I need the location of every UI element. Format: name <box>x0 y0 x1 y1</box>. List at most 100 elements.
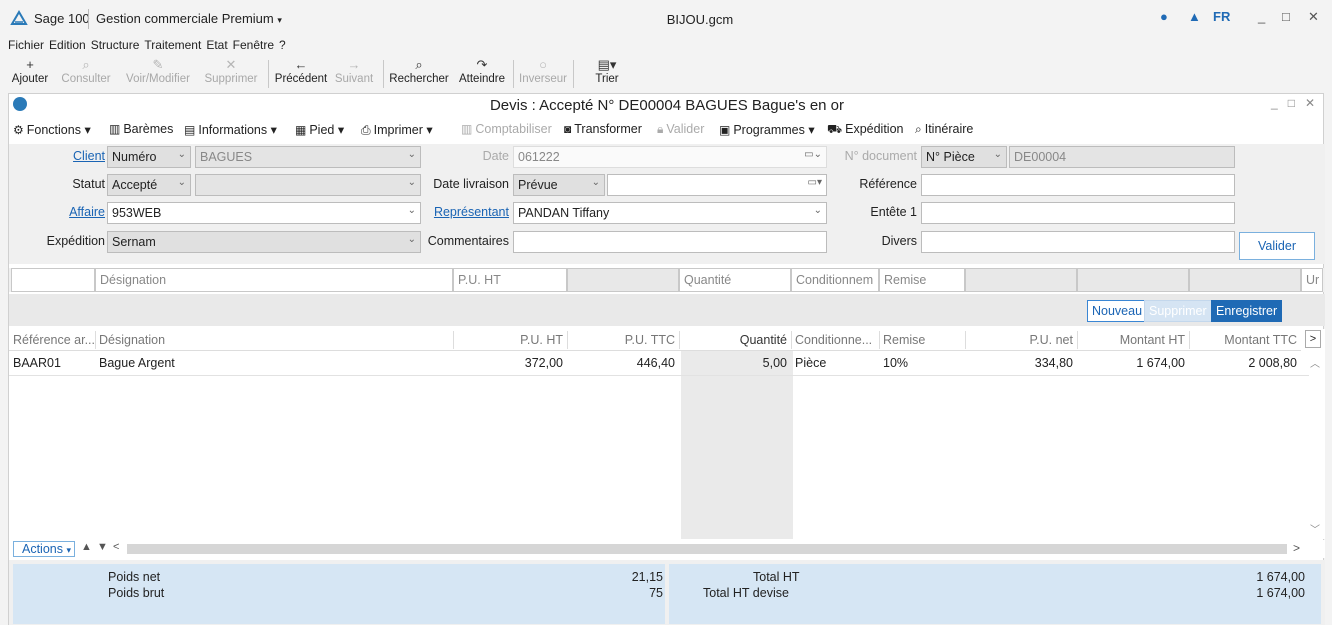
divers-field[interactable] <box>921 231 1235 253</box>
grid-header-pu-net[interactable]: P.U. net <box>965 329 1077 351</box>
entry-pu-ttc-field[interactable] <box>567 268 679 292</box>
precedent-button[interactable]: ← Précédent <box>272 56 330 85</box>
grid-header-quantite[interactable]: Quantité <box>679 329 791 351</box>
grid-header-reference[interactable]: Référence ar... <box>9 329 95 351</box>
statut-select[interactable]: Accepté ⌄ <box>107 174 191 196</box>
imprimer-menu[interactable]: ⎙ Imprimer ▾ <box>361 122 433 138</box>
fonctions-menu[interactable]: ⚙ Fonctions ▾ <box>13 122 91 137</box>
grid-header-pu-ht[interactable]: P.U. HT <box>453 329 567 351</box>
representant-label[interactable]: Représentant <box>425 205 509 219</box>
total-ht-devise-value: 1 674,00 <box>1256 586 1305 600</box>
entry-quantite-field[interactable]: Quantité <box>679 268 791 292</box>
calendar-icon[interactable]: ▭▾ <box>808 177 822 188</box>
entry-remise-field[interactable]: Remise <box>879 268 965 292</box>
statut-sub-select[interactable]: ⌄ <box>195 174 421 196</box>
itineraire-button[interactable]: ⌕ Itinéraire <box>915 122 973 137</box>
ndoc-type-select[interactable]: N° Pièce ⌄ <box>921 146 1007 168</box>
baremes-button[interactable]: ▥ Barèmes <box>109 122 173 136</box>
cell-montant-ht: 1 674,00 <box>1136 356 1185 370</box>
affaire-select[interactable]: 953WEB ⌄ <box>107 202 421 224</box>
chevron-up-icon[interactable]: ︿ <box>1310 355 1320 370</box>
chevron-down-icon: ⌄ <box>591 177 600 188</box>
entry-pu-net-field[interactable] <box>965 268 1077 292</box>
rechercher-button[interactable]: ⌕ Rechercher <box>386 56 452 85</box>
move-down-icon[interactable]: ▼ <box>97 541 108 553</box>
menu-structure[interactable]: Structure <box>91 38 140 52</box>
transformer-button[interactable]: ◙ Transformer <box>564 122 642 136</box>
supprimer-line-button[interactable]: Supprimer <box>1144 300 1212 322</box>
total-ht-devise-label: Total HT devise <box>703 586 789 600</box>
move-up-icon[interactable]: ▲ <box>81 541 92 553</box>
window-controls[interactable]: _ □ ✕ <box>1271 96 1315 110</box>
menu-edition[interactable]: Edition <box>49 38 86 52</box>
client-field[interactable]: BAGUES ⌄ <box>195 146 421 168</box>
valider-button[interactable]: Valider <box>1239 232 1315 260</box>
totals-panel: Poids net 21,15 Poids brut 75 Total HT 1… <box>9 560 1325 625</box>
entry-pu-ht-field[interactable]: P.U. HT <box>453 268 567 292</box>
inverseur-button[interactable]: ○ Inverseur <box>516 56 570 85</box>
actions-menu-button[interactable]: Actions ▾ <box>13 541 75 557</box>
programmes-menu[interactable]: ▣ Programmes ▾ <box>719 122 815 137</box>
menu-etat[interactable]: Etat <box>206 38 227 52</box>
user-icon[interactable]: ▲ <box>1188 9 1201 24</box>
date-field[interactable]: 061222 ▭⌄ <box>513 146 827 168</box>
grid-header-remise[interactable]: Remise <box>879 329 965 351</box>
entry-montant-ht-field[interactable] <box>1077 268 1189 292</box>
affaire-label[interactable]: Affaire <box>39 205 105 219</box>
chevron-down-icon[interactable]: ﹀ <box>1310 521 1320 536</box>
suivant-button[interactable]: → Suivant <box>330 56 378 85</box>
vertical-scrollbar[interactable]: ︿ ﹀ <box>1307 329 1323 539</box>
info-icon: ▤ <box>184 123 196 137</box>
ajouter-button[interactable]: + Ajouter <box>6 56 54 85</box>
enregistrer-button[interactable]: Enregistrer <box>1211 300 1283 322</box>
entry-reference-field[interactable] <box>11 268 95 292</box>
menu-traitement[interactable]: Traitement <box>144 38 201 52</box>
nouveau-button[interactable]: Nouveau <box>1087 300 1148 322</box>
expedition-select[interactable]: Sernam ⌄ <box>107 231 421 253</box>
language-selector[interactable]: FR <box>1213 9 1230 24</box>
valider-function-button[interactable]: 🔒︎ Valider <box>657 122 704 137</box>
scroll-left-icon[interactable]: < <box>113 541 119 553</box>
comptabiliser-button[interactable]: ▥ Comptabiliser <box>461 122 552 136</box>
pied-menu[interactable]: ▦ Pied ▾ <box>295 122 344 137</box>
maximize-icon[interactable]: □ <box>1282 9 1290 24</box>
date-livraison-field[interactable]: ▭▾ <box>607 174 827 196</box>
grid-header-montant-ttc[interactable]: Montant TTC <box>1189 329 1301 351</box>
grid-header-montant-ht[interactable]: Montant HT <box>1077 329 1189 351</box>
poids-net-value: 21,15 <box>631 570 663 584</box>
entry-montant-ttc-field[interactable] <box>1189 268 1301 292</box>
date-livraison-type-select[interactable]: Prévue ⌄ <box>513 174 605 196</box>
module-selector[interactable]: Gestion commerciale Premium ▾ <box>96 11 282 26</box>
entry-designation-field[interactable]: Désignation <box>95 268 453 292</box>
grid-header-pu-ttc[interactable]: P.U. TTC <box>567 329 679 351</box>
entete-field[interactable] <box>921 202 1235 224</box>
commentaires-field[interactable] <box>513 231 827 253</box>
help-icon[interactable]: ● <box>1160 9 1168 24</box>
grid-header-designation[interactable]: Désignation <box>95 329 453 351</box>
menu-fenetre[interactable]: Fenêtre <box>233 38 274 52</box>
transform-icon: ◙ <box>564 122 572 136</box>
scroll-right-icon[interactable]: > <box>1293 541 1300 555</box>
entry-conditionnement-field[interactable]: Conditionnem <box>791 268 879 292</box>
client-type-select[interactable]: Numéro ⌄ <box>107 146 191 168</box>
title-bar: Sage 100 Gestion commerciale Premium ▾ B… <box>0 0 1332 36</box>
menu-fichier[interactable]: Fichier <box>8 38 44 52</box>
entry-unit-field[interactable]: Ur <box>1301 268 1323 292</box>
close-icon[interactable]: ✕ <box>1308 9 1319 25</box>
horizontal-scrollbar[interactable] <box>127 544 1287 554</box>
minimize-icon[interactable]: _ <box>1258 9 1265 24</box>
representant-select[interactable]: PANDAN Tiffany ⌄ <box>513 202 827 224</box>
voir-modifier-button[interactable]: ✎ Voir/Modifier <box>118 56 198 85</box>
menu-help[interactable]: ? <box>279 38 286 52</box>
informations-menu[interactable]: ▤ Informations ▾ <box>184 122 277 137</box>
atteindre-button[interactable]: ↷ Atteindre <box>453 56 511 85</box>
supprimer-toolbar-button[interactable]: ✕ Supprimer <box>198 56 264 85</box>
ndoc-field[interactable]: DE00004 <box>1009 146 1235 168</box>
grid-header-conditionnement[interactable]: Conditionne... <box>791 329 879 351</box>
calendar-icon[interactable]: ▭⌄ <box>804 149 822 160</box>
reference-field[interactable] <box>921 174 1235 196</box>
trier-button[interactable]: ▤▾ Trier <box>582 56 632 85</box>
expedition-button[interactable]: ⛟ Expédition <box>827 122 903 138</box>
client-label[interactable]: Client <box>39 149 105 163</box>
consulter-button[interactable]: ⌕ Consulter <box>56 56 116 85</box>
